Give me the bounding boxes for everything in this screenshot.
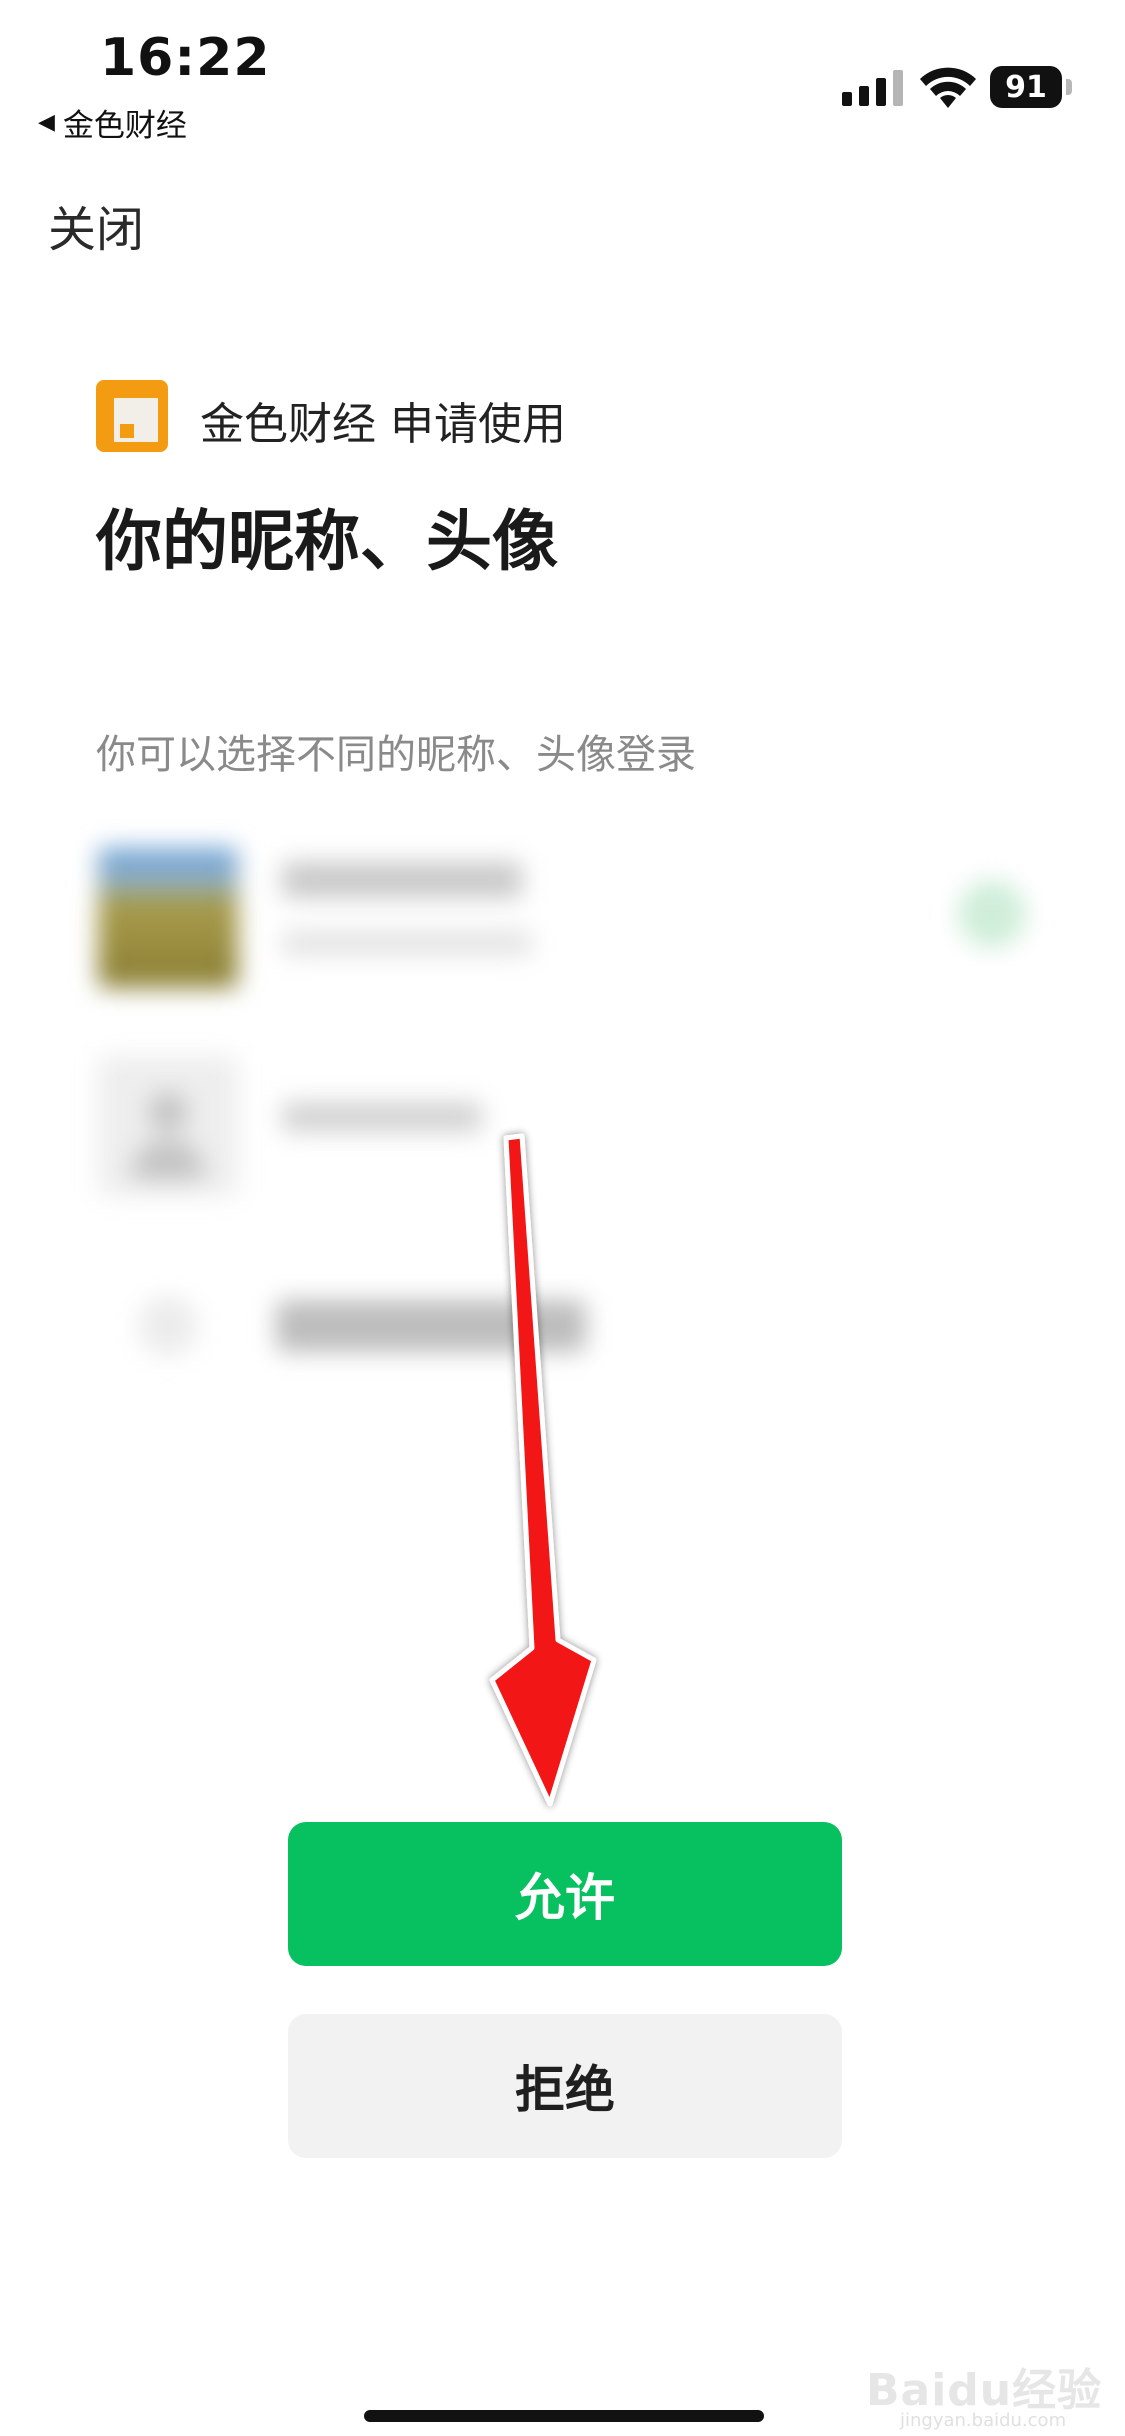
app-request-line: 金色财经 申请使用: [200, 388, 566, 452]
add-profile-icon[interactable]: [138, 1296, 198, 1356]
back-app-label: 金色财经: [62, 108, 187, 144]
back-to-app[interactable]: ◀ 金色财经: [38, 100, 187, 145]
request-text: 申请使用: [390, 399, 566, 450]
red-down-arrow-annotation: [489, 1133, 597, 1807]
status-time: 16:22: [100, 28, 271, 88]
reject-button[interactable]: 拒绝: [288, 2014, 842, 2158]
profile-option-1-name: [282, 862, 522, 898]
home-indicator[interactable]: [364, 2410, 764, 2422]
selected-check-icon: [958, 880, 1026, 948]
profile-hint: 你可以选择不同的昵称、头像登录: [96, 732, 696, 778]
battery-level: 91: [990, 66, 1062, 108]
profile-option-2-name: [282, 1102, 482, 1132]
watermark-url: jingyan.baidu.com: [900, 2410, 1067, 2431]
app-logo-icon: [96, 380, 168, 452]
watermark-brand: Baidu经验: [866, 2365, 1103, 2416]
back-triangle-icon: ◀: [38, 110, 55, 135]
app-name: 金色财经: [200, 399, 376, 450]
allow-button[interactable]: 允许: [288, 1822, 842, 1966]
battery-icon: 91: [990, 66, 1072, 110]
profile-option-2-avatar[interactable]: [98, 1056, 238, 1196]
page-title: 你的昵称、头像: [96, 503, 558, 580]
wifi-icon: [920, 67, 976, 108]
close-button[interactable]: 关闭: [48, 190, 144, 260]
profile-option-1-avatar[interactable]: [98, 848, 238, 988]
cellular-signal-icon: [842, 70, 903, 106]
profile-option-1-subtitle: [282, 930, 532, 956]
